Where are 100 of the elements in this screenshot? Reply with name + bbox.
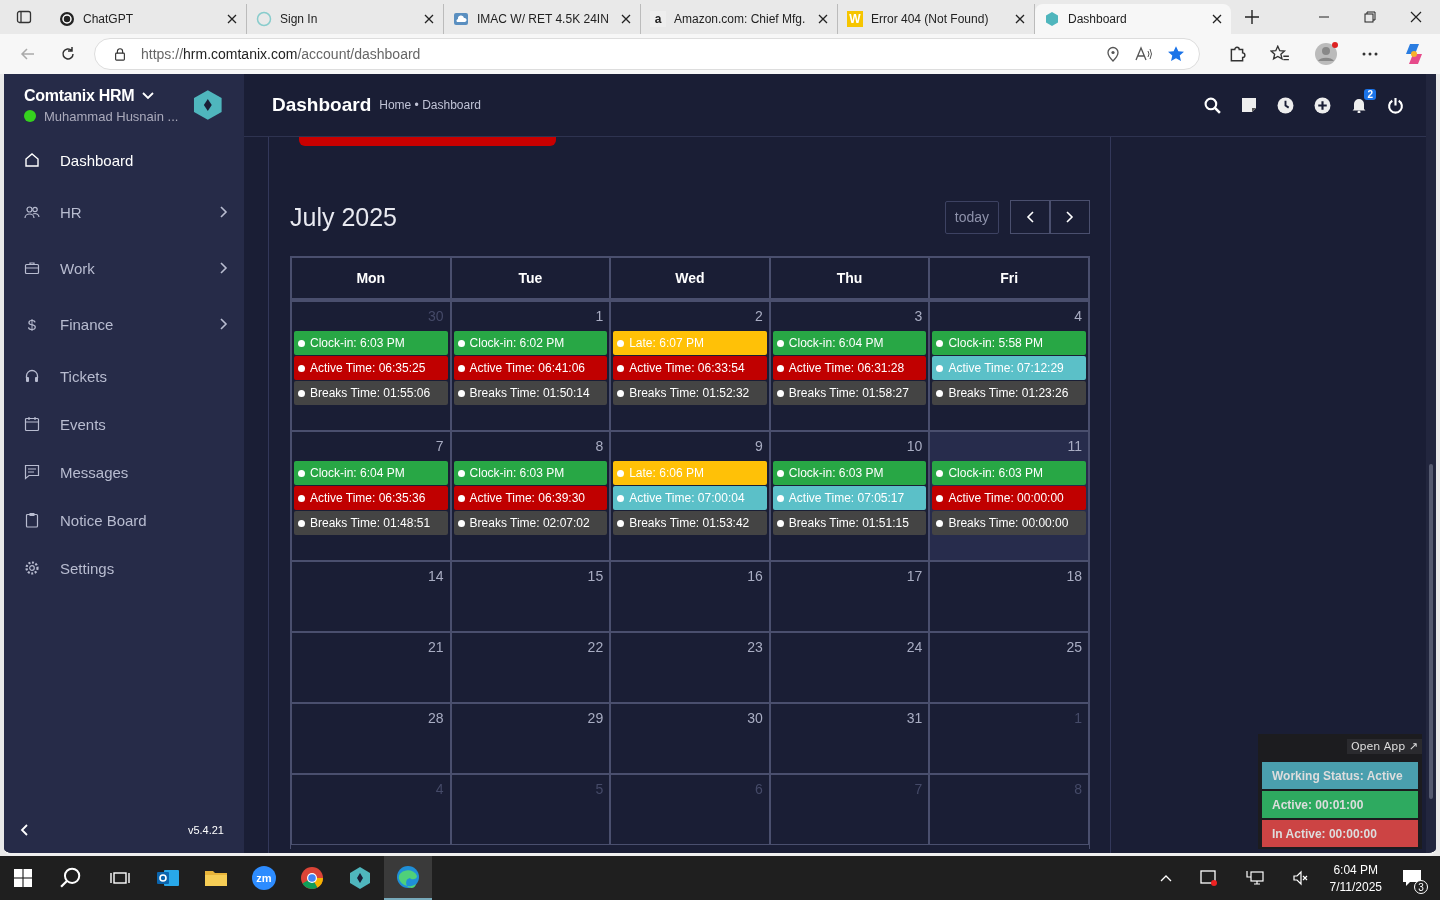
clock-icon[interactable] — [1277, 96, 1294, 114]
calendar-event[interactable]: Breaks Time: 01:51:15 — [772, 511, 927, 535]
location-icon[interactable] — [1105, 46, 1121, 62]
chevron-down-icon[interactable] — [142, 91, 155, 100]
calendar-event[interactable]: Active Time: 06:41:06 — [453, 356, 608, 380]
calendar-event[interactable]: Active Time: 06:39:30 — [453, 486, 608, 510]
calendar-event[interactable]: Breaks Time: 01:55:06 — [294, 381, 448, 405]
calendar-event[interactable]: Active Time: 00:00:00 — [932, 486, 1086, 510]
day-cell[interactable]: 8 Clock-in: 6:03 PM Active Time: 06:39:30 Breaks Time: 02:07:02 — [450, 431, 611, 561]
day-cell[interactable]: 25 — [929, 632, 1089, 703]
day-number: 16 — [746, 567, 764, 586]
add-icon[interactable] — [1314, 96, 1331, 114]
calendar-event[interactable]: Active Time: 06:31:28 — [772, 356, 927, 380]
people-icon — [24, 204, 40, 220]
task-view-icon[interactable] — [110, 870, 130, 886]
close-icon[interactable] — [621, 14, 631, 24]
sidebar-item[interactable]: HR — [4, 184, 244, 240]
muted-speaker-icon[interactable] — [1291, 869, 1310, 887]
calendar-event[interactable]: Active Time: 06:33:54 — [613, 356, 767, 380]
calendar-event[interactable]: Breaks Time: 01:50:14 — [453, 381, 608, 405]
power-icon[interactable] — [1387, 96, 1404, 114]
sidebar-item[interactable]: Notice Board — [4, 496, 244, 544]
taskbar-app[interactable] — [384, 856, 432, 900]
day-cell[interactable]: 10 Clock-in: 6:03 PM Active Time: 07:05:17 Breaks Time: 01:51:15 — [769, 431, 930, 561]
sidebar-item[interactable]: Dashboard — [4, 136, 244, 184]
day-cell[interactable]: 11 Clock-in: 6:03 PM Active Time: 00:00:00 Breaks Time: 00:00:00 — [929, 431, 1089, 561]
open-app-button[interactable]: Open App ↗ — [1346, 739, 1422, 754]
sidebar-item[interactable]: Tickets — [4, 352, 244, 400]
chevron-up-icon[interactable] — [1159, 874, 1172, 882]
search-icon[interactable] — [60, 867, 82, 889]
calendar-event[interactable]: Active Time: 06:35:36 — [294, 486, 448, 510]
home-icon — [24, 152, 40, 168]
browser-tab[interactable]: Dashboard — [1035, 4, 1231, 34]
scrollbar[interactable] — [1426, 74, 1436, 853]
day-cell[interactable]: 28 — [291, 703, 451, 774]
status-row: Active: 00:01:00 — [1262, 791, 1418, 818]
tab-actions-icon[interactable] — [16, 9, 32, 25]
day-cell[interactable]: 4 Clock-in: 5:58 PM Active Time: 07:12:29 Breaks Time: 01:23:26 — [929, 301, 1089, 431]
close-icon[interactable] — [818, 14, 828, 24]
network-icon[interactable] — [1245, 869, 1264, 887]
day-cell[interactable]: 29 — [450, 703, 611, 774]
day-number: 9 — [754, 437, 764, 456]
windows-start-icon[interactable] — [14, 869, 32, 887]
next-button[interactable] — [1050, 200, 1090, 234]
day-cell[interactable]: 18 — [929, 561, 1089, 632]
calendar-event[interactable]: Breaks Time: 02:07:02 — [453, 511, 608, 535]
day-cell[interactable]: 31 — [769, 703, 930, 774]
status-row: In Active: 00:00:00 — [1262, 820, 1418, 847]
restore-icon[interactable] — [1364, 11, 1376, 23]
day-cell[interactable]: 1 Clock-in: 6:02 PM Active Time: 06:41:06 Breaks Time: 01:50:14 — [450, 301, 611, 431]
day-cell[interactable]: 3 Clock-in: 6:04 PM Active Time: 06:31:28 Breaks Time: 01:58:27 — [769, 301, 930, 431]
previous-button[interactable] — [1010, 200, 1050, 234]
calendar-event[interactable]: Active Time: 06:35:25 — [294, 356, 448, 380]
favorites-icon[interactable] — [1270, 45, 1290, 63]
calendar-event[interactable]: Breaks Time: 01:58:27 — [772, 381, 927, 405]
reload-icon[interactable] — [60, 46, 76, 62]
day-cell[interactable]: 7 Clock-in: 6:04 PM Active Time: 06:35:36 Breaks Time: 01:48:51 — [291, 431, 451, 561]
meet-icon[interactable] — [1199, 869, 1218, 887]
day-cell[interactable]: 24 — [769, 632, 930, 703]
sidebar-item[interactable]: Settings — [4, 544, 244, 592]
day-cell[interactable]: 2 Late: 6:07 PM Active Time: 06:33:54 Breaks Time: 01:52:32 — [610, 301, 770, 431]
day-cell[interactable]: 23 — [610, 632, 770, 703]
day-cell[interactable]: 16 — [610, 561, 770, 632]
search-icon[interactable] — [1204, 96, 1221, 114]
favicon: a — [650, 11, 666, 27]
close-icon[interactable] — [1015, 14, 1025, 24]
day-number: 25 — [1065, 638, 1083, 657]
star-icon[interactable] — [1167, 45, 1185, 63]
note-icon[interactable] — [1241, 97, 1257, 113]
close-icon[interactable] — [227, 14, 237, 24]
profile-icon[interactable] — [1314, 42, 1338, 66]
day-cell[interactable]: 14 — [291, 561, 451, 632]
sidebar-item[interactable]: Events — [4, 400, 244, 448]
sidebar-item[interactable]: $ Finance — [4, 296, 244, 352]
day-cell[interactable]: 21 — [291, 632, 451, 703]
tab-title: Sign In — [280, 12, 319, 26]
bell-icon[interactable] — [1351, 97, 1367, 113]
sidebar-item[interactable]: Work — [4, 240, 244, 296]
sidebar-item[interactable]: Messages — [4, 448, 244, 496]
calendar-event[interactable]: Breaks Time: 01:53:42 — [613, 511, 767, 535]
address-field[interactable]: https://hrm.comtanix.com/account/dashboard — [94, 38, 1200, 70]
calendar-event[interactable]: Breaks Time: 01:52:32 — [613, 381, 767, 405]
extensions-icon[interactable] — [1228, 45, 1246, 63]
column-header: Tue — [450, 257, 611, 301]
calendar-event[interactable]: Breaks Time: 01:23:26 — [932, 381, 1086, 405]
day-cell[interactable]: 15 — [450, 561, 611, 632]
close-icon[interactable] — [1212, 14, 1222, 24]
calendar-event[interactable]: Breaks Time: 01:48:51 — [294, 511, 448, 535]
day-cell[interactable]: 9 Late: 6:06 PM Active Time: 07:00:04 Breaks Time: 01:53:42 — [610, 431, 770, 561]
today-button[interactable]: today — [944, 200, 999, 234]
collapse-icon[interactable] — [20, 824, 28, 836]
day-cell[interactable]: 30 — [610, 703, 770, 774]
close-icon[interactable] — [424, 14, 434, 24]
calendar-event[interactable]: Breaks Time: 00:00:00 — [932, 511, 1086, 535]
menu-icon[interactable] — [1362, 52, 1378, 56]
day-cell[interactable]: 22 — [450, 632, 611, 703]
day-cell[interactable]: 17 — [769, 561, 930, 632]
close-icon[interactable] — [1410, 11, 1422, 23]
new-tab-icon[interactable] — [1245, 10, 1259, 24]
read-aloud-icon[interactable] — [1135, 46, 1153, 62]
